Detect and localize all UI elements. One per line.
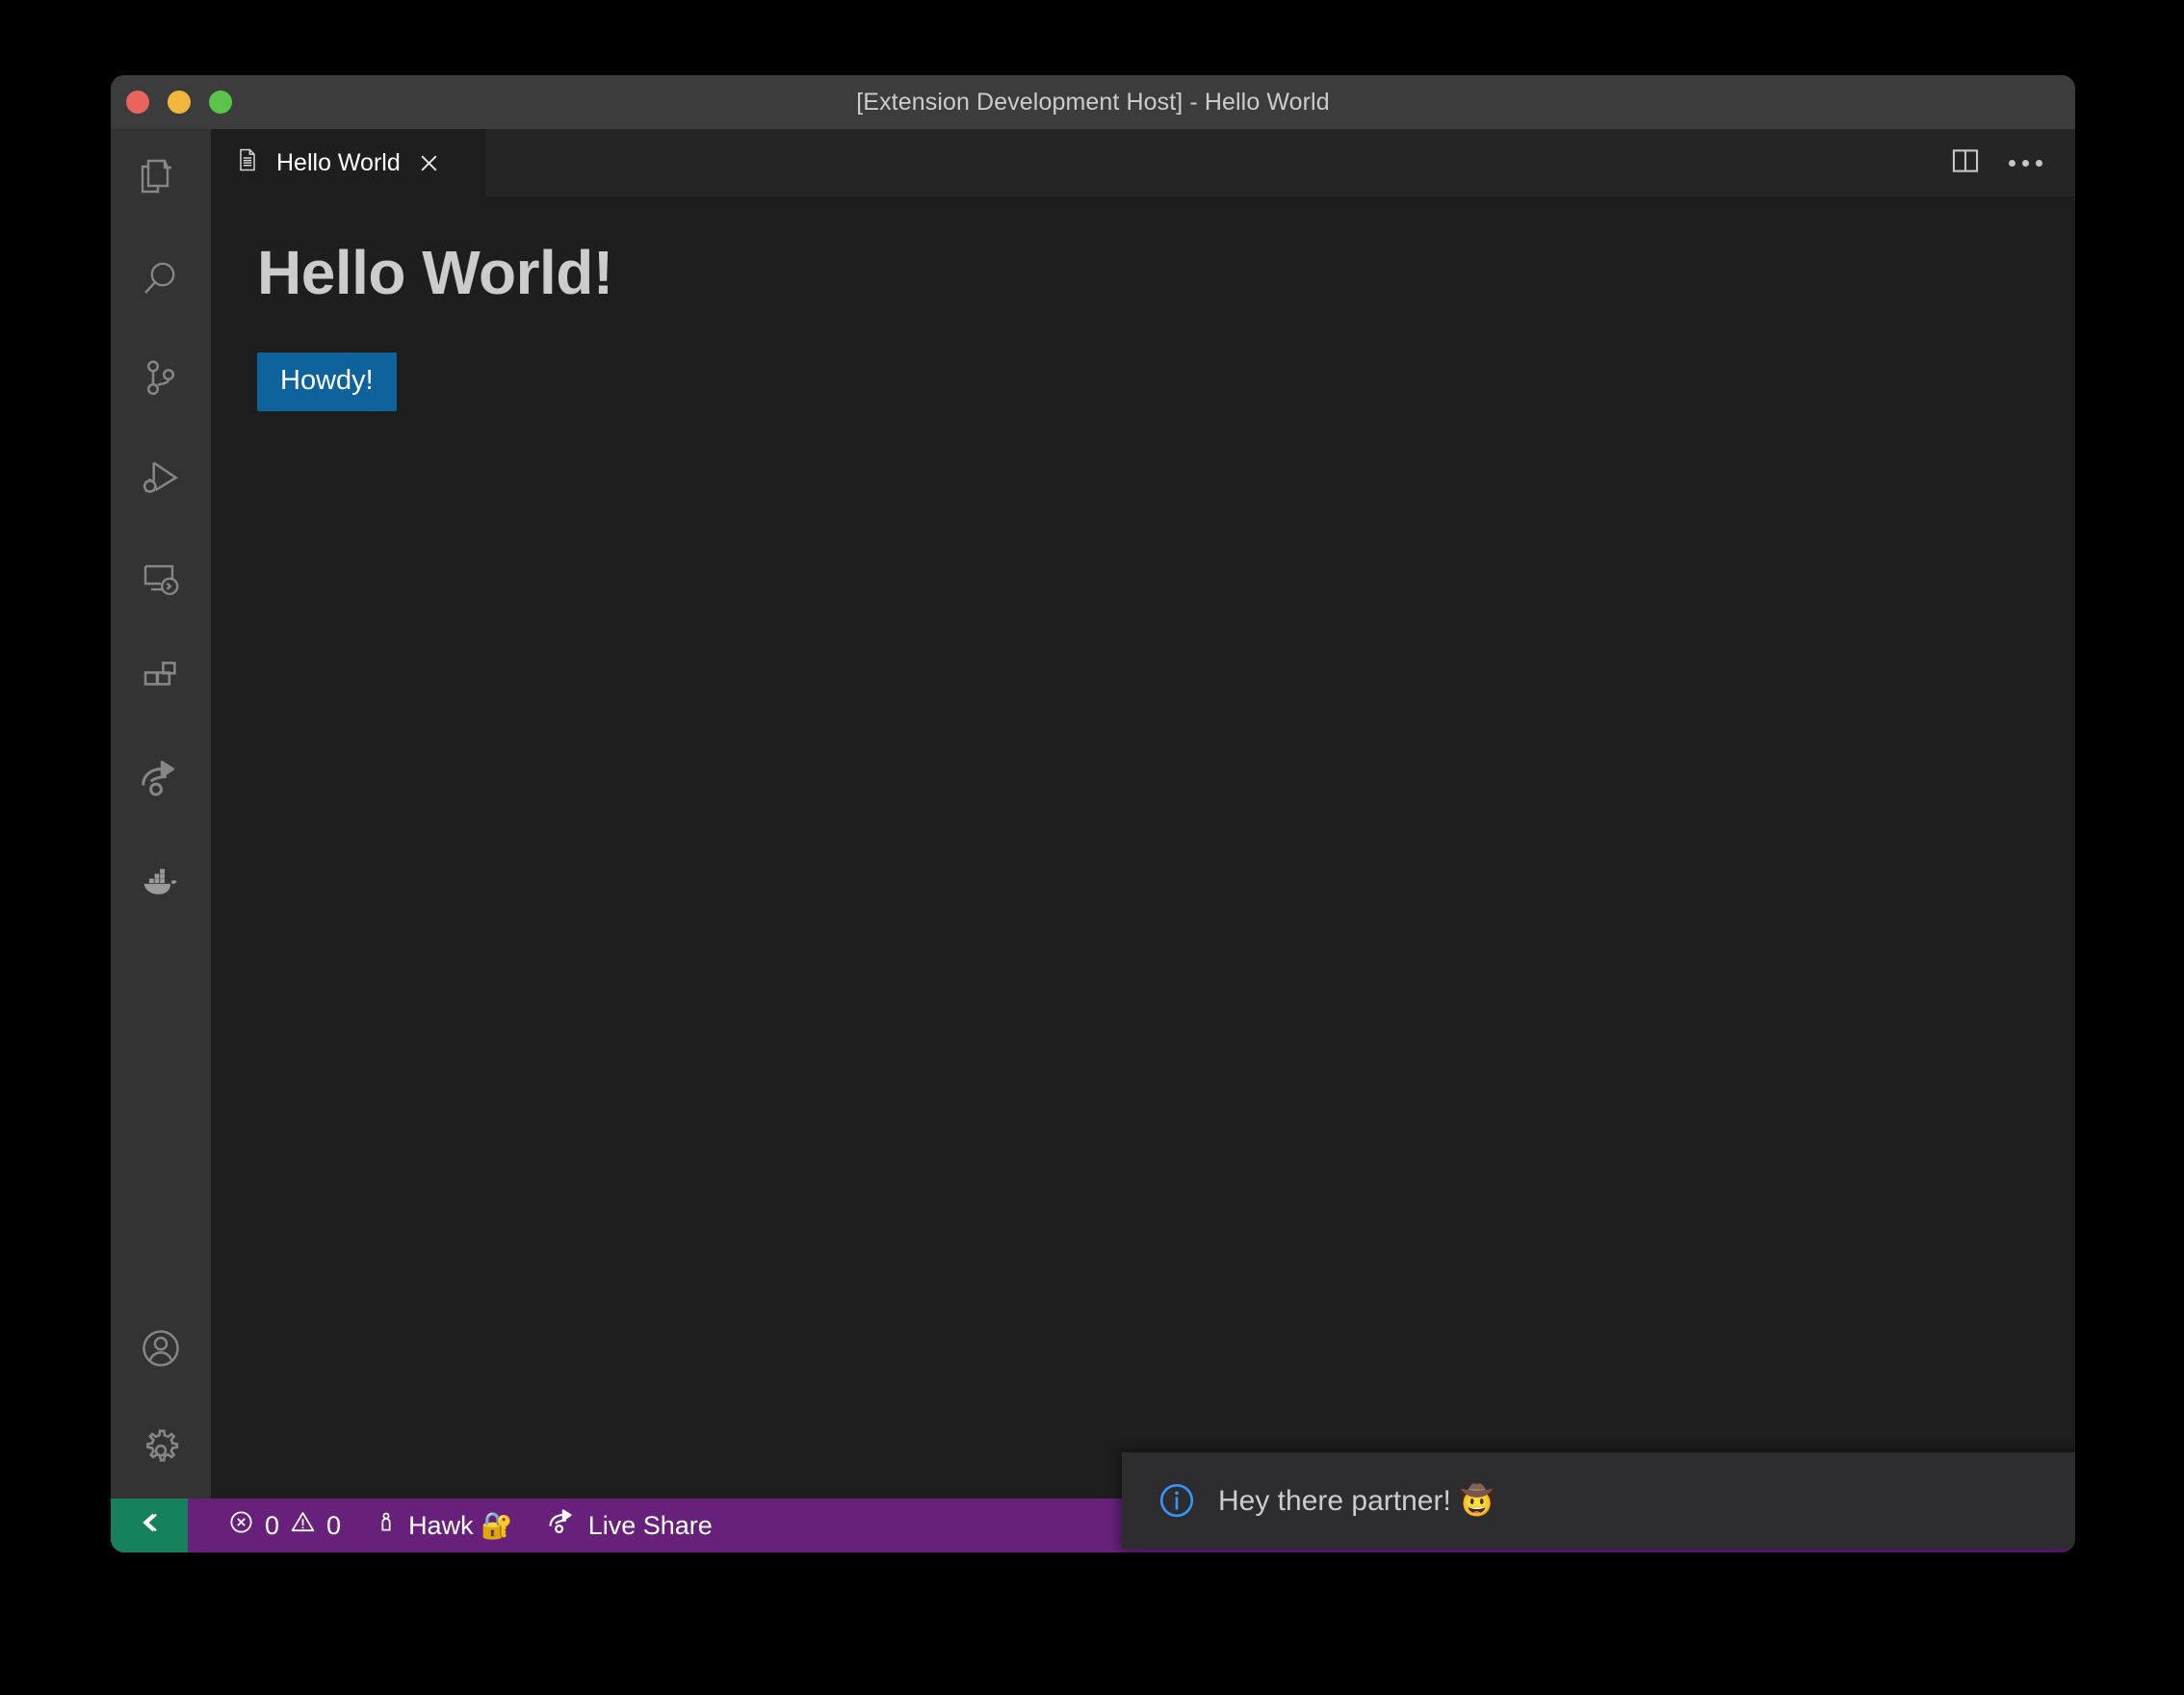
title-bar: [Extension Development Host] - Hello Wor… [111,75,2075,129]
account-person-icon [374,1509,399,1543]
notification-toast[interactable]: Hey there partner! 🤠 [1122,1452,2075,1549]
editor-actions [1949,129,2075,196]
sidebar-item-search[interactable] [111,229,211,329]
remote-indicator[interactable] [111,1499,188,1552]
sidebar-item-extensions[interactable] [111,630,211,730]
sidebar-item-explorer[interactable] [111,129,211,229]
live-share-icon [137,756,185,804]
file-document-icon [234,146,261,180]
sidebar-item-run-and-debug[interactable] [111,430,211,530]
error-circle-icon [227,1508,255,1543]
explorer-files-icon [138,156,184,202]
window-title: [Extension Development Host] - Hello Wor… [856,88,1330,116]
docker-whale-icon [137,856,185,904]
sidebar-item-docker[interactable] [111,830,211,930]
close-window-button[interactable] [126,91,149,114]
error-count: 0 [265,1510,280,1540]
editor-group: Hello World Hello World! Howdy! [211,129,2075,1499]
status-live-share[interactable]: Live Share [530,1499,729,1552]
sidebar-item-source-control[interactable] [111,329,211,430]
activity-bar [111,129,211,1499]
live-share-icon [546,1506,579,1546]
close-icon[interactable] [416,150,442,176]
window-body: Hello World Hello World! Howdy! [111,129,2075,1499]
howdy-button[interactable]: Howdy! [257,352,397,412]
warning-count: 0 [326,1510,342,1540]
search-magnifier-icon [138,256,184,302]
traffic-lights [111,91,232,114]
source-control-branch-icon [138,356,184,403]
sidebar-item-remote-explorer[interactable] [111,530,211,630]
sidebar-item-accounts[interactable] [111,1298,211,1398]
warning-triangle-icon [289,1508,317,1543]
account-label: Hawk 🔐 [408,1511,513,1540]
run-and-debug-icon [137,456,185,504]
account-person-icon [137,1324,185,1372]
page-title: Hello World! [257,238,613,307]
status-bar-left: 0 0 Hawk 🔐 Live Share [188,1499,729,1552]
vscode-window: [Extension Development Host] - Hello Wor… [111,75,2075,1552]
info-circle-icon [1157,1480,1197,1521]
remote-explorer-icon [138,557,184,603]
minimize-window-button[interactable] [168,91,191,114]
tab-hello-world[interactable]: Hello World [211,129,485,196]
webview-content: Hello World! Howdy! [211,196,2075,1499]
settings-gear-icon [136,1423,186,1473]
tab-label: Hello World [276,148,401,176]
more-actions-icon[interactable] [2009,159,2042,167]
status-account[interactable]: Hawk 🔐 [357,1499,530,1552]
status-problems[interactable]: 0 0 [211,1499,357,1552]
sidebar-item-live-share[interactable] [111,730,211,830]
notification-message: Hey there partner! 🤠 [1218,1484,1495,1517]
editor-tab-bar: Hello World [211,129,2075,196]
split-editor-icon[interactable] [1949,144,1982,182]
remote-window-icon [133,1506,166,1546]
live-share-label: Live Share [587,1510,713,1540]
extensions-blocks-icon [138,657,184,703]
sidebar-item-settings[interactable] [111,1398,211,1499]
zoom-window-button[interactable] [209,91,232,114]
